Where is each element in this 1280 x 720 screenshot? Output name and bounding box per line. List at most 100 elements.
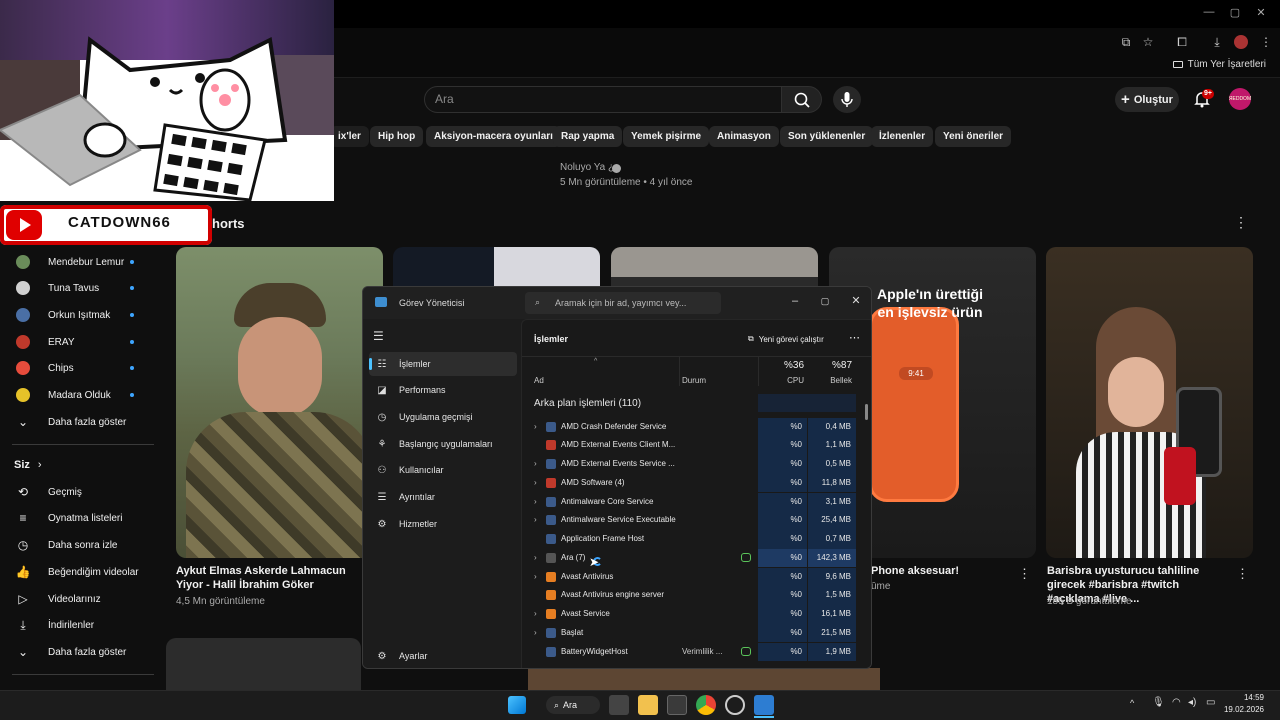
chevron-up-icon[interactable]: ^ xyxy=(1130,698,1134,708)
create-button[interactable]: + Oluştur xyxy=(1115,87,1179,112)
chip-new-to-you[interactable]: Yeni öneriler xyxy=(935,126,1012,147)
nav-services[interactable]: ⚙ Hizmetler xyxy=(369,512,517,536)
shelf-menu-icon[interactable]: ⋮ xyxy=(1234,214,1248,231)
chip-hip-hop[interactable]: Hip hop xyxy=(370,126,424,147)
sidebar-liked[interactable]: 👍 Beğendiğim videolar xyxy=(14,559,139,585)
chevron-right-icon[interactable]: › xyxy=(534,572,537,581)
wifi-icon[interactable]: ◠ xyxy=(1172,697,1181,708)
process-row[interactable]: › Başlat %0 21,5 MB xyxy=(522,623,862,643)
chip-action-adventure[interactable]: Aksiyon-macera oyunları xyxy=(426,126,561,147)
top-video-channel[interactable]: Noluyo Ya ¿ xyxy=(560,162,614,173)
nav-startup-apps[interactable]: ⚘ Başlangıç uygulamaları xyxy=(369,432,517,456)
next-row-thumbnail[interactable] xyxy=(528,668,880,690)
sidebar-sub-4[interactable]: Chips xyxy=(14,355,134,381)
download-icon[interactable]: ⤓ xyxy=(1209,34,1225,50)
process-row[interactable]: › AMD External Events Service ... %0 0,5 MB xyxy=(522,455,862,474)
chevron-right-icon[interactable]: › xyxy=(534,459,537,468)
video-title-0[interactable]: Aykut Elmas Askerde Lahmacun Yiyor - Hal… xyxy=(176,564,371,592)
bookmark-star-icon[interactable]: ☆ xyxy=(1140,34,1156,50)
column-status[interactable]: Durum xyxy=(682,376,706,385)
cast-icon[interactable]: ⧉ xyxy=(1118,34,1134,50)
background-processes-group[interactable]: Arka plan işlemleri (110) xyxy=(534,398,641,409)
column-name[interactable]: Ad xyxy=(534,376,544,385)
short-thumbnail-4[interactable] xyxy=(1046,247,1253,558)
sidebar-your-videos[interactable]: ▷ Videolarınız xyxy=(14,586,100,612)
voice-search-button[interactable] xyxy=(833,86,861,113)
memory-total[interactable]: %87 xyxy=(808,360,852,371)
process-row[interactable]: AMD External Events Client M... %0 1,1 MB xyxy=(522,436,862,455)
chip-watched[interactable]: İzlenenler xyxy=(871,126,934,147)
menu-dots-icon[interactable]: ⋮ xyxy=(1258,34,1274,50)
nav-performance[interactable]: ◪ Performans xyxy=(369,378,517,402)
start-windows-icon[interactable] xyxy=(508,696,526,714)
task-manager-search-input[interactable]: Aramak için bir ad, yayımcı vey... xyxy=(525,292,721,314)
chip-0[interactable]: ix'ler xyxy=(330,126,369,147)
short-thumbnail-0[interactable] xyxy=(176,247,383,558)
chevron-right-icon[interactable]: › xyxy=(534,497,537,506)
hamburger-menu-icon[interactable]: ☰ xyxy=(373,329,384,343)
nav-app-history[interactable]: ◷ Uygulama geçmişi xyxy=(369,405,517,429)
app-circle-icon[interactable] xyxy=(725,695,745,715)
task-manager-taskbar-icon[interactable] xyxy=(754,695,774,715)
clock-date[interactable]: 19.02.2026 xyxy=(1218,705,1264,714)
more-options-icon[interactable]: ⋯ xyxy=(849,331,860,344)
video-title-3[interactable]: Phone aksesuar! xyxy=(871,564,1011,578)
search-input[interactable]: Ara xyxy=(424,86,782,113)
maximize-icon[interactable]: ▢ xyxy=(1226,6,1244,22)
taskbar-search[interactable]: ⌕ Ara xyxy=(546,696,600,714)
sidebar-sub-0[interactable]: Mendebur Lemur xyxy=(14,249,134,275)
process-row[interactable]: › Antimalware Service Executable %0 25,4 MB xyxy=(522,511,862,530)
chip-animation[interactable]: Animasyon xyxy=(709,126,779,147)
chevron-right-icon[interactable]: › xyxy=(534,478,537,487)
search-button[interactable] xyxy=(782,86,822,113)
sidebar-show-more[interactable]: ⌄ Daha fazla göster xyxy=(14,409,126,435)
clock-time[interactable]: 14:59 xyxy=(1224,693,1264,702)
run-new-task-button[interactable]: ⧉ Yeni görevi çalıştır xyxy=(748,334,824,344)
process-row[interactable]: › Antimalware Core Service %0 3,1 MB xyxy=(522,492,862,512)
sidebar-downloads[interactable]: ⤓ İndirilenler xyxy=(14,612,94,638)
store-icon[interactable] xyxy=(667,695,687,715)
process-row[interactable]: Avast Antivirus engine server %0 1,5 MB xyxy=(522,586,862,605)
column-cpu[interactable]: CPU xyxy=(764,376,804,385)
sort-up-icon[interactable]: ^ xyxy=(594,358,597,365)
close-icon[interactable]: ✕ xyxy=(1252,6,1270,22)
chip-recent-uploads[interactable]: Son yüklenenler xyxy=(780,126,874,147)
battery-icon[interactable]: ▭ xyxy=(1206,697,1215,708)
volume-icon[interactable]: ◂) xyxy=(1188,697,1196,708)
sidebar-playlists[interactable]: ≡ Oynatma listeleri xyxy=(14,505,122,531)
scrollbar-thumb[interactable] xyxy=(865,404,868,420)
nav-settings[interactable]: ⚙ Ayarlar xyxy=(369,644,517,668)
chip-rap[interactable]: Rap yapma xyxy=(553,126,623,147)
mic-icon[interactable]: 🎙 xyxy=(1152,697,1165,708)
column-memory[interactable]: Bellek xyxy=(808,376,852,385)
sidebar-history[interactable]: ⟲ Geçmiş xyxy=(14,479,82,505)
sidebar-sub-1[interactable]: Tuna Tavus xyxy=(14,275,134,301)
file-explorer-icon[interactable] xyxy=(638,695,658,715)
nav-details[interactable]: ☰ Ayrıntılar xyxy=(369,485,517,509)
chevron-right-icon[interactable]: › xyxy=(534,515,537,524)
process-row[interactable]: › Avast Antivirus %0 9,6 MB xyxy=(522,567,862,587)
sidebar-show-more-you[interactable]: ⌄ Daha fazla göster xyxy=(14,639,126,665)
cpu-total[interactable]: %36 xyxy=(764,360,804,371)
account-avatar[interactable]: ЯEDDOM xyxy=(1229,88,1251,110)
video-menu-icon[interactable]: ⋮ xyxy=(1018,566,1031,582)
next-row-thumbnail[interactable] xyxy=(166,638,361,690)
video-menu-icon[interactable]: ⋮ xyxy=(1236,566,1249,582)
process-row[interactable]: › AMD Software (4) %0 11,8 MB xyxy=(522,473,862,493)
nav-users[interactable]: ⚇ Kullanıcılar xyxy=(369,458,517,482)
sidebar-sub-2[interactable]: Orkun Işıtmak xyxy=(14,302,134,328)
sidebar-sub-5[interactable]: Madara Olduk xyxy=(14,382,134,408)
chevron-right-icon[interactable]: › xyxy=(534,553,537,562)
chip-cooking[interactable]: Yemek pişirme xyxy=(623,126,710,147)
process-row[interactable]: BatteryWidgetHost Verimlilik ... %0 1,9 MB xyxy=(522,642,862,662)
nav-processes[interactable]: ☷ İşlemler xyxy=(369,352,517,376)
close-icon[interactable]: ✕ xyxy=(843,291,869,311)
process-row[interactable]: › AMD Crash Defender Service %0 0,4 MB xyxy=(522,417,862,437)
process-row[interactable]: › Ara (7) %0 142,3 MB xyxy=(522,548,862,568)
chevron-right-icon[interactable]: › xyxy=(534,422,537,431)
chevron-right-icon[interactable]: › xyxy=(534,628,537,637)
minimize-icon[interactable]: — xyxy=(1200,6,1218,22)
sidebar-you-heading[interactable]: Siz › xyxy=(14,452,42,478)
minimize-icon[interactable]: – xyxy=(782,291,808,311)
sidebar-sub-3[interactable]: ERAY xyxy=(14,329,134,355)
